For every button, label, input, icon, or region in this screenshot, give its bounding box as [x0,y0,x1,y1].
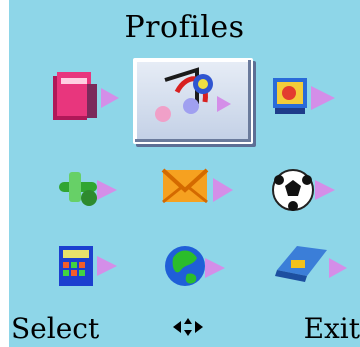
video-icon [273,78,335,114]
menu-item-tools[interactable] [49,160,149,240]
softkey-bar: Select Exit [9,304,360,347]
navigation-arrows-icon [173,318,203,336]
menu-item-video[interactable] [265,62,360,142]
soccer-ball-icon [272,169,335,211]
card-icon [275,246,347,282]
menu-item-games[interactable] [265,160,360,240]
phone-screen: Profiles Select Exit [9,0,360,347]
globe-icon [165,246,225,286]
menu-item-messages[interactable] [155,160,255,240]
envelope-icon [161,168,233,204]
menu-item-book[interactable] [41,62,141,142]
exit-softkey[interactable]: Exit [304,312,360,345]
music-notes-icon [155,67,231,122]
select-softkey[interactable]: Select [11,312,99,345]
tools-icon [59,172,117,206]
calculator-icon [59,246,117,286]
menu-item-music[interactable] [147,62,247,142]
book-icon [53,72,119,120]
page-title: Profiles [124,10,245,45]
